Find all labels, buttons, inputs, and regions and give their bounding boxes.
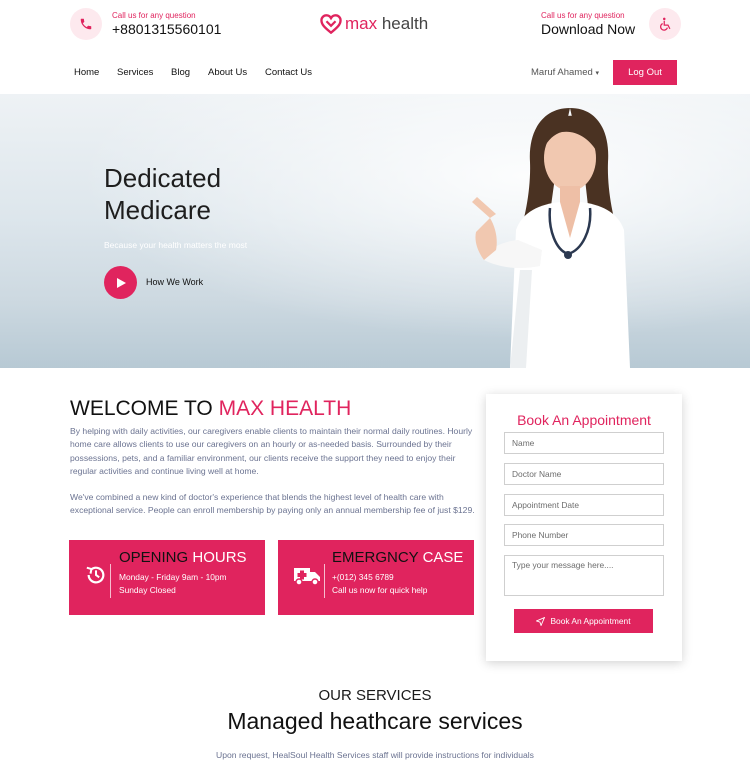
doctor-name-input[interactable] [504,463,664,485]
heart-icon [320,14,342,34]
book-appointment-button[interactable]: Book An Appointment [514,609,653,633]
services-kicker: OUR SERVICES [318,687,432,704]
welcome-paragraph-2: We've combined a new kind of doctor's ex… [70,492,475,516]
hero-banner: Dedicated Medicare Because your health m… [0,94,750,368]
doctor-image [472,108,630,368]
opening-hours-weekdays: Monday - Friday 9am - 10pm [119,572,227,582]
emergency-phone[interactable]: +(012) 345 6789 [332,572,394,582]
welcome-paragraph-1: By helping with daily activities, our ca… [70,426,473,476]
nav-about-us[interactable]: About Us [208,67,247,78]
message-textarea[interactable] [504,555,664,596]
call-label: Call us for any question [112,11,196,20]
nav-blog[interactable]: Blog [171,67,190,78]
opening-hours-card: OPENING HOURS Monday - Friday 9am - 10pm… [69,540,265,615]
emergency-title: EMERGNCY CASE [332,549,463,566]
clock-history-icon [85,564,107,591]
hero-subtitle: Because your health matters the most [104,240,248,250]
card-divider [324,564,325,598]
user-dropdown[interactable]: Maruf Ahamed ▾ [531,67,599,78]
download-link[interactable]: Download Now [541,21,635,37]
logo-suffix: health [377,14,429,33]
emergency-card: EMERGNCY CASE +(012) 345 6789 Call us no… [278,540,474,615]
welcome-heading: WELCOME TO MAX HEALTH [70,397,351,421]
play-button[interactable] [104,266,137,299]
download-label: Call us for any question [541,11,625,20]
card-divider [110,564,111,598]
how-we-work-link[interactable]: How We Work [146,277,203,287]
top-bar: Call us for any question +8801315560101 … [0,0,750,54]
emergency-title-dark: EMERGNCY [332,549,419,566]
opening-hours-title-light: HOURS [188,549,247,566]
hero-title-line1: Dedicated [104,163,222,193]
nav-services[interactable]: Services [117,67,153,78]
hero-title-line2: Medicare [104,195,211,225]
appointment-title: Book An Appointment [517,412,651,428]
name-input[interactable] [504,432,664,454]
opening-hours-sunday: Sunday Closed [119,585,176,595]
phone-icon[interactable] [70,8,102,40]
caret-down-icon: ▾ [595,70,599,77]
opening-hours-title-dark: OPENING [119,549,189,566]
logo-prefix: max [345,14,378,33]
phone-number-input[interactable] [504,524,664,546]
ambulance-icon [293,566,321,591]
play-icon [116,277,126,288]
hero-title: Dedicated Medicare [104,162,304,226]
nav-home[interactable]: Home [74,67,99,78]
services-subtitle: Upon request, HealSoul Health Services s… [216,750,534,760]
emergency-title-light: CASE [418,549,464,566]
send-icon [536,616,546,626]
nav-contact-us[interactable]: Contact Us [265,67,312,78]
wheelchair-icon[interactable] [649,8,681,40]
welcome-prefix: WELCOME TO [70,397,219,420]
opening-hours-title: OPENING HOURS [119,549,247,566]
welcome-accent: MAX HEALTH [218,397,352,420]
logout-button[interactable]: Log Out [613,60,677,85]
user-name: Maruf Ahamed [531,67,593,78]
logo[interactable]: max health [320,14,428,34]
emergency-note: Call us now for quick help [332,585,428,595]
appointment-form: Book An Appointment Book An Appointment [486,394,682,661]
services-title: Managed heathcare services [227,708,523,734]
book-appointment-label: Book An Appointment [550,616,631,626]
phone-number[interactable]: +8801315560101 [112,21,221,37]
appointment-date-input[interactable] [504,494,664,516]
